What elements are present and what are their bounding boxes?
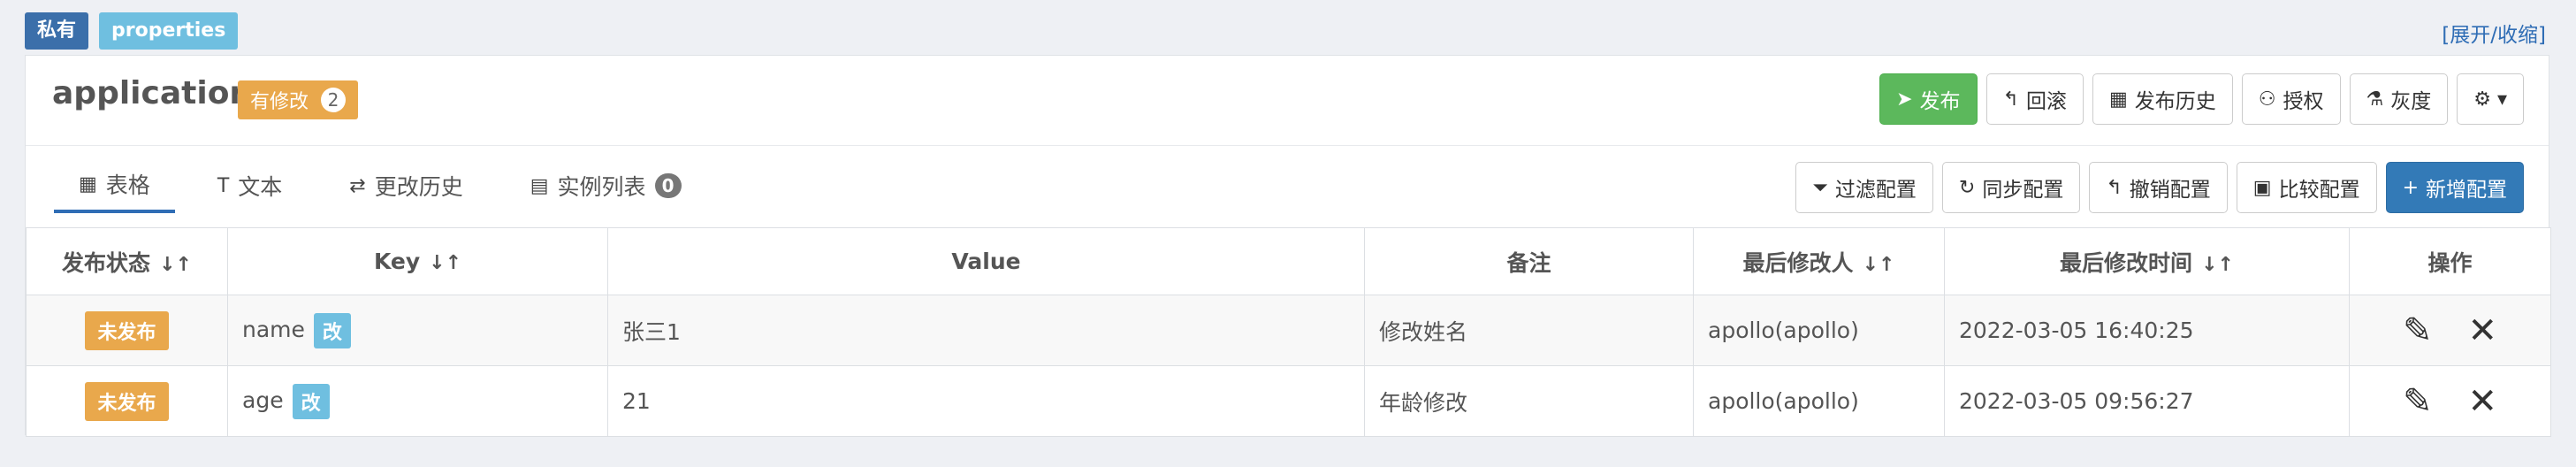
- expand-collapse-link[interactable]: [展开/收缩]: [2442, 18, 2546, 48]
- gray-release-button[interactable]: ⚗ 灰度: [2349, 73, 2449, 125]
- filter-config-button[interactable]: ⏷ 过滤配置: [1795, 162, 1933, 213]
- sort-icon[interactable]: ↓↑: [429, 252, 461, 274]
- format-tag: properties: [99, 12, 239, 50]
- publish-button[interactable]: ➤ 发布: [1879, 73, 1978, 125]
- namespace-panel: application 有修改 2 ➤ 发布 ↰ 回滚 ▦ 发布历史 ⚇ 授权: [25, 55, 2551, 437]
- header-modifier[interactable]: 最后修改人 ↓↑: [1693, 227, 1945, 295]
- config-actions: ⏷ 过滤配置 ↻ 同步配置 ↰ 撤销配置 ▣ 比较配置 + 新增配置: [1795, 162, 2524, 213]
- send-icon: ➤: [1896, 88, 1913, 111]
- config-modified-time: 2022-03-05 09:56:27: [1944, 365, 2350, 437]
- rollback-button[interactable]: ↰ 回滚: [1985, 73, 2084, 125]
- table-header-row: 发布状态 ↓↑ Key ↓↑ Value 备注 最后修改人 ↓↑ 最后修改时间 ↓↑ 操…: [26, 227, 2551, 295]
- tab-text[interactable]: T 文本: [193, 158, 307, 213]
- flask-icon: ⚗: [2366, 88, 2384, 111]
- publish-history-button[interactable]: ▦ 发布历史: [2092, 73, 2233, 125]
- plus-icon: +: [2402, 176, 2419, 199]
- settings-dropdown-button[interactable]: ⚙ ▾: [2457, 73, 2524, 125]
- header-actions: 操作: [2349, 227, 2551, 295]
- modified-tag: 改: [313, 312, 351, 348]
- compare-icon: ▣: [2252, 176, 2272, 199]
- edit-icon[interactable]: ✎: [2403, 381, 2433, 422]
- config-key: age: [242, 387, 284, 413]
- config-modifier: apollo(apollo): [1693, 295, 1945, 366]
- sync-config-button[interactable]: ↻ 同步配置: [1941, 162, 2081, 213]
- user-icon: ⚇: [2258, 88, 2276, 111]
- compare-config-button[interactable]: ▣ 比较配置: [2236, 162, 2377, 213]
- header-comment: 备注: [1364, 227, 1694, 295]
- authorize-button[interactable]: ⚇ 授权: [2241, 73, 2341, 125]
- config-value: 张三1: [607, 295, 1365, 366]
- modified-tag: 改: [292, 383, 330, 419]
- tab-change-history[interactable]: ⇄ 更改历史: [324, 158, 487, 213]
- config-modified-time: 2022-03-05 16:40:25: [1944, 295, 2350, 366]
- gear-icon: ⚙ ▾: [2473, 88, 2507, 111]
- header-status[interactable]: 发布状态 ↓↑: [26, 227, 228, 295]
- rollback-icon: ↰: [2002, 88, 2019, 111]
- modified-label: 有修改: [250, 91, 309, 113]
- add-config-button[interactable]: + 新增配置: [2385, 162, 2524, 213]
- delete-icon[interactable]: ✕: [2468, 381, 2498, 422]
- list-icon: ▤: [530, 174, 549, 197]
- config-key: name: [242, 316, 305, 342]
- sync-icon: ↻: [1958, 176, 1976, 199]
- modified-badge: 有修改 2: [238, 80, 359, 119]
- edit-icon[interactable]: ✎: [2403, 310, 2433, 351]
- tab-table[interactable]: ▦ 表格: [54, 158, 175, 213]
- namespace-tags: 私有 properties: [25, 12, 239, 50]
- table-icon: ▦: [79, 172, 97, 195]
- instance-count-badge: 0: [654, 173, 682, 198]
- config-table: 发布状态 ↓↑ Key ↓↑ Value 备注 最后修改人 ↓↑ 最后修改时间 ↓↑ 操…: [26, 227, 2551, 437]
- delete-icon[interactable]: ✕: [2468, 310, 2498, 351]
- view-tabs: ▦ 表格 T 文本 ⇄ 更改历史 ▤ 实例列表 0: [54, 158, 706, 213]
- sort-icon[interactable]: ↓↑: [2201, 254, 2234, 276]
- calendar-icon: ▦: [2108, 88, 2128, 111]
- revoke-config-button[interactable]: ↰ 撤销配置: [2089, 162, 2228, 213]
- header-key[interactable]: Key ↓↑: [227, 227, 608, 295]
- table-row: 未发布 age 改 21 年龄修改 apollo(apollo) 2022-03-…: [26, 365, 2551, 437]
- config-comment: 修改姓名: [1364, 295, 1694, 366]
- table-row: 未发布 name 改 张三1 修改姓名 apollo(apollo) 2022-0…: [26, 295, 2551, 366]
- panel-header: application 有修改 2 ➤ 发布 ↰ 回滚 ▦ 发布历史 ⚇ 授权: [26, 56, 2549, 146]
- tab-instance-list[interactable]: ▤ 实例列表 0: [506, 158, 706, 213]
- config-modifier: apollo(apollo): [1693, 365, 1945, 437]
- sort-icon[interactable]: ↓↑: [159, 254, 192, 276]
- modified-count: 2: [321, 88, 347, 112]
- config-value: 21: [607, 365, 1365, 437]
- sort-icon[interactable]: ↓↑: [1863, 254, 1895, 276]
- namespace-title: application: [52, 75, 253, 111]
- text-icon: T: [217, 174, 230, 197]
- header-modified-time[interactable]: 最后修改时间 ↓↑: [1944, 227, 2350, 295]
- filter-icon: ⏷: [1812, 176, 1828, 199]
- private-tag: 私有: [25, 12, 89, 50]
- exchange-icon: ⇄: [349, 174, 366, 197]
- namespace-actions: ➤ 发布 ↰ 回滚 ▦ 发布历史 ⚇ 授权 ⚗ 灰度 ⚙ ▾: [1879, 73, 2524, 125]
- config-comment: 年龄修改: [1364, 365, 1694, 437]
- status-badge: 未发布: [85, 310, 169, 350]
- undo-icon: ↰: [2106, 176, 2123, 199]
- status-badge: 未发布: [85, 381, 169, 421]
- header-value: Value: [607, 227, 1365, 295]
